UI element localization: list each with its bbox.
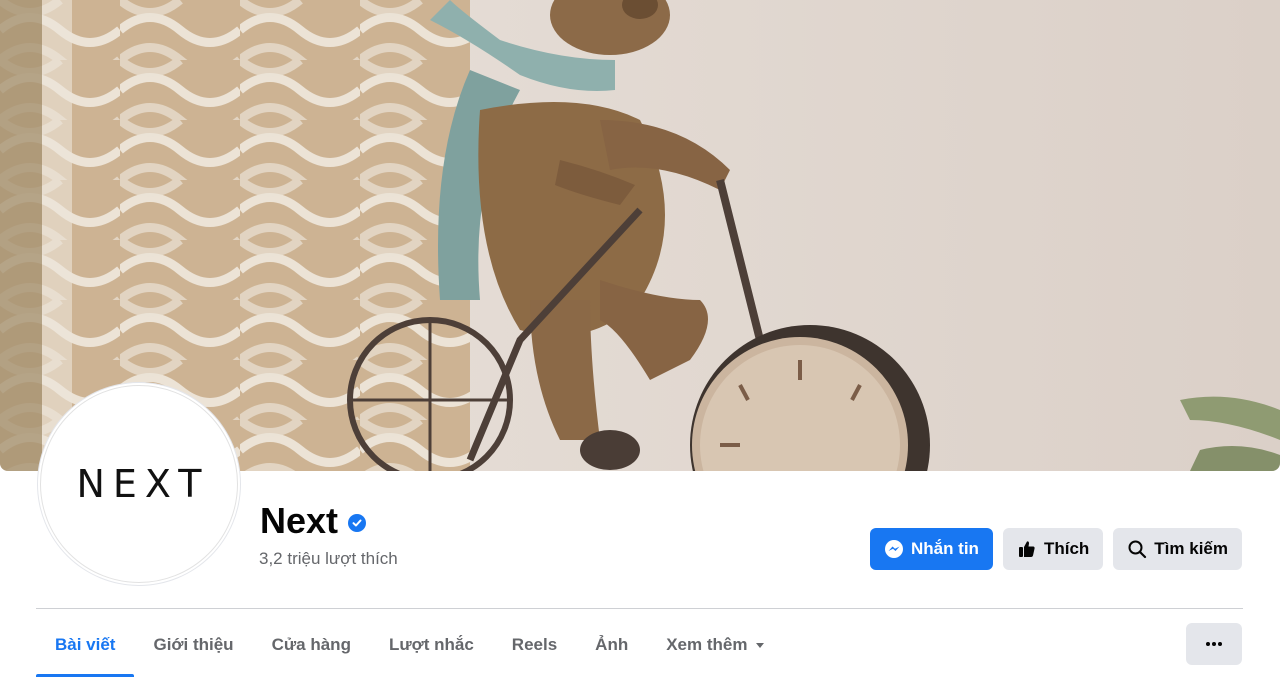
tab-about[interactable]: Giới thiệu — [134, 612, 252, 677]
brand-logo: NEXT — [76, 462, 210, 506]
tab-photos[interactable]: Ảnh — [576, 612, 647, 677]
tab-label: Ảnh — [595, 634, 629, 654]
avatar-logo-frame: NEXT — [40, 385, 238, 583]
tab-label: Xem thêm — [666, 634, 748, 654]
like-button-label: Thích — [1043, 539, 1090, 558]
more-options-button[interactable] — [1186, 623, 1242, 665]
page-like-count[interactable]: 3,2 triệu lượt thích — [259, 549, 398, 569]
page-actions: Nhắn tin Thích Tìm kiếm — [869, 528, 1242, 570]
tab-shop[interactable]: Cửa hàng — [253, 612, 370, 677]
message-button-label: Nhắn tin — [910, 539, 979, 558]
page-title: Next — [260, 500, 339, 541]
search-button[interactable]: Tìm kiếm — [1113, 528, 1242, 570]
tab-reels[interactable]: Reels — [493, 612, 576, 677]
tab-mentions[interactable]: Lượt nhắc — [370, 612, 493, 677]
verified-badge-icon — [348, 514, 367, 532]
thumbs-up-icon — [1018, 541, 1035, 557]
page-avatar[interactable]: NEXT — [38, 383, 240, 585]
message-button[interactable]: Nhắn tin — [869, 528, 993, 570]
tab-see-more[interactable]: Xem thêm — [647, 612, 784, 677]
tab-label: Lượt nhắc — [388, 634, 474, 654]
tab-label: Reels — [511, 634, 558, 654]
page-name-block: Next — [260, 500, 367, 542]
header-divider — [36, 608, 1243, 609]
search-icon — [1128, 540, 1147, 559]
search-button-label: Tìm kiếm — [1154, 539, 1228, 558]
caret-down-icon — [756, 642, 765, 648]
tab-posts[interactable]: Bài viết — [36, 612, 135, 677]
messenger-icon — [884, 540, 903, 558]
tab-label: Giới thiệu — [153, 634, 234, 654]
page-tabs: Bài viết Giới thiệu Cửa hàng Lượt nhắc R… — [36, 612, 784, 677]
like-button[interactable]: Thích — [1002, 528, 1104, 570]
tab-label: Cửa hàng — [271, 634, 351, 654]
more-horizontal-icon — [1206, 642, 1222, 646]
tab-label: Bài viết — [55, 634, 116, 654]
